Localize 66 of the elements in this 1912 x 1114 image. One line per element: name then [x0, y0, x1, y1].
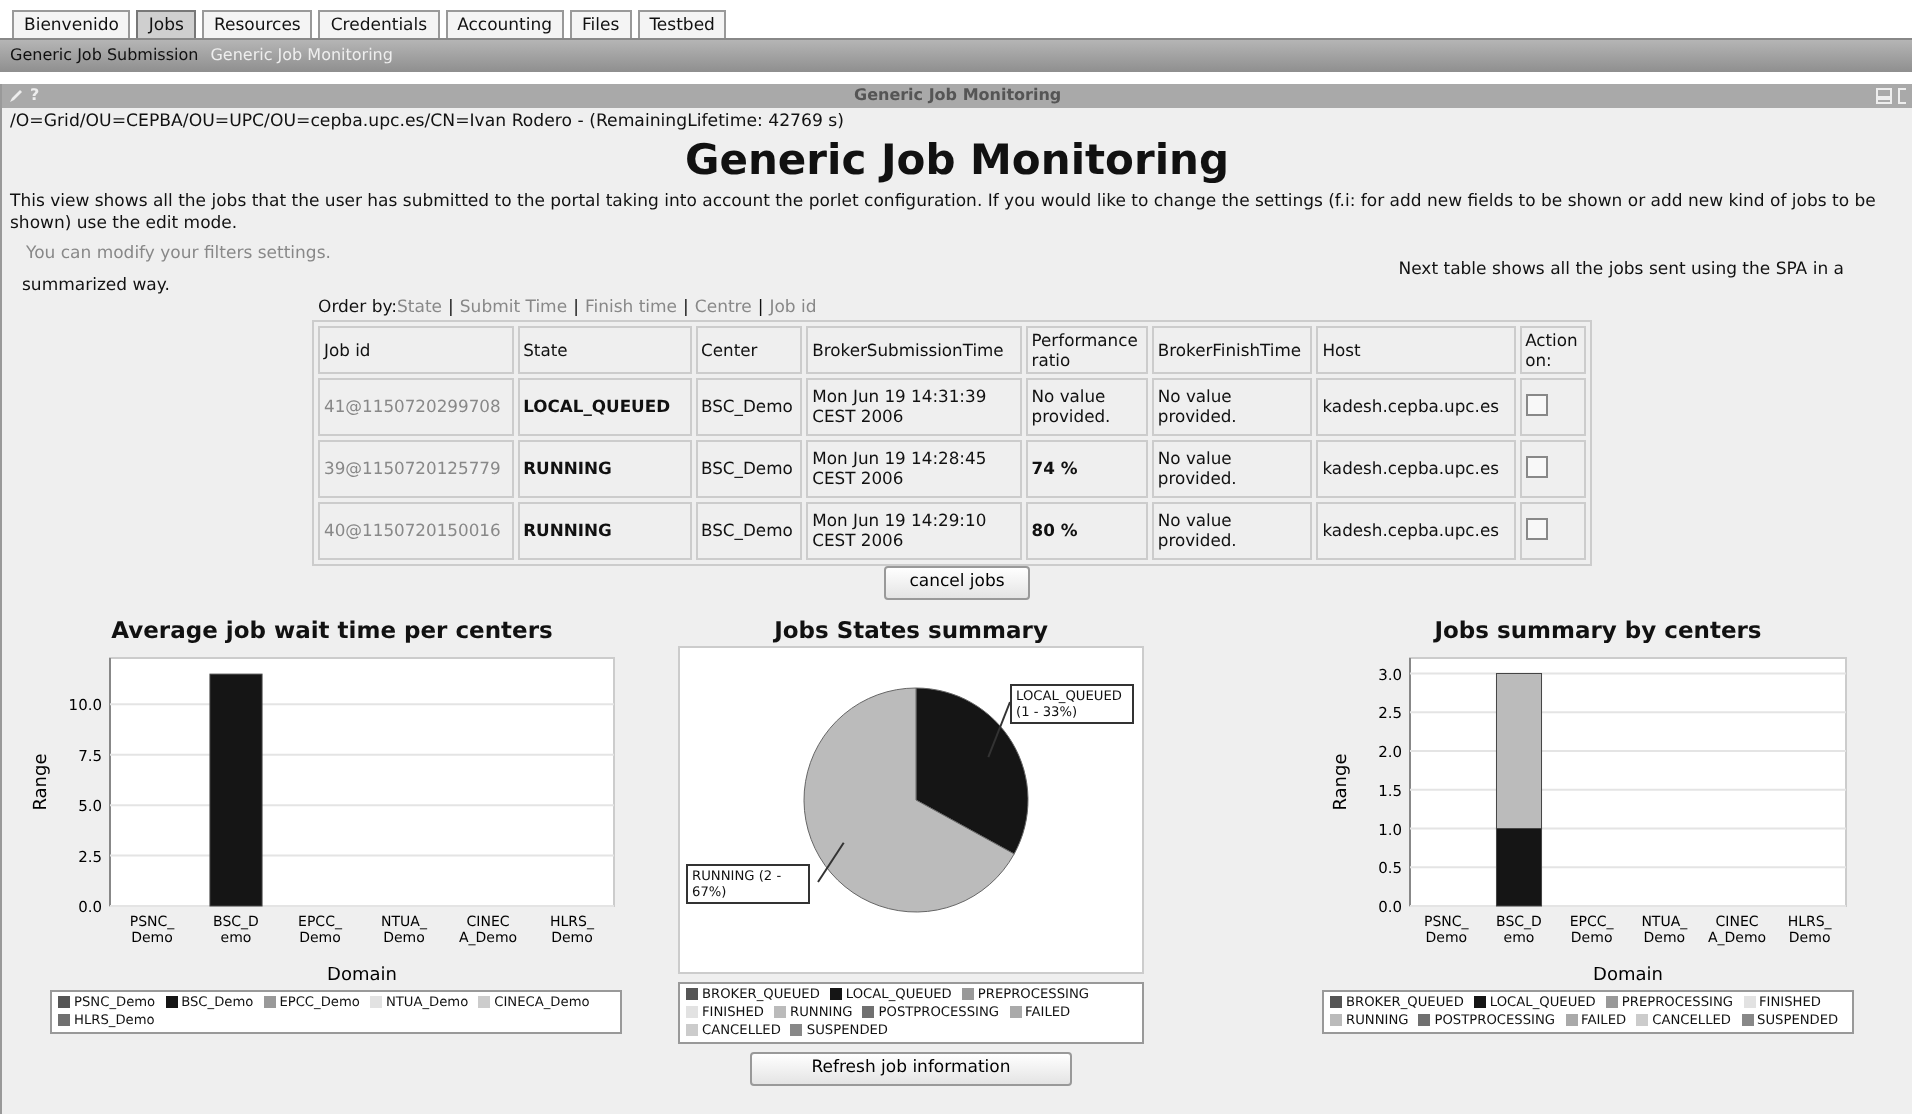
tab[interactable]: Jobs	[136, 10, 196, 38]
minimize-icon[interactable]	[1876, 88, 1892, 104]
leader-line	[817, 840, 845, 883]
chart-title: Jobs States summary	[771, 615, 1050, 646]
table-cell: No value provided.	[1151, 377, 1313, 436]
portlet-title: Generic Job Monitoring	[852, 86, 1064, 106]
page-heading: Generic Job Monitoring	[682, 136, 1232, 186]
separator: |	[448, 298, 454, 319]
table-cell: RUNNING	[517, 501, 692, 560]
maximize-icon[interactable]	[1898, 88, 1906, 104]
table-cell: 80 %	[1025, 501, 1148, 560]
edit-icon[interactable]	[8, 88, 24, 104]
subnav-link[interactable]: Generic Job Submission	[10, 46, 199, 66]
axis-label: Domain	[327, 965, 397, 986]
column-header: Host	[1316, 325, 1516, 374]
tab[interactable]: Resources	[201, 10, 313, 38]
table-cell: LOCAL_QUEUED	[517, 377, 692, 436]
table-note: Next table shows all the jobs sent using the SPA in a	[1398, 260, 1844, 281]
table-cell: 40@1150720150016	[318, 501, 514, 560]
user-identity: /O=Grid/OU=CEPBA/OU=UPC/OU=cepba.upc.es/CN=Ivan Rodero - (RemainingLifetime: 42769 s)	[8, 110, 847, 136]
column-header: Performance ratio	[1025, 325, 1148, 374]
separator: |	[573, 298, 579, 319]
table-cell: 74 %	[1025, 439, 1148, 498]
leader-line	[987, 700, 1011, 758]
cancel-button[interactable]: cancel jobs	[883, 565, 1031, 600]
table-cell: BSC_Demo	[695, 439, 803, 498]
tab[interactable]: Testbed	[637, 10, 727, 38]
column-header: BrokerFinishTime	[1151, 325, 1313, 374]
column-header: Action on:	[1519, 325, 1586, 374]
axis-label: Domain	[1593, 965, 1663, 986]
column-header: Job id	[318, 325, 514, 374]
description-text: This view shows all the jobs that the user has submitted to the portal taking into account the porlet configuration. If you would like to change the settings (f.i: for add new fields to be shown or add new kind of jobs to be shown) use the edit mode.	[8, 192, 1878, 236]
table-cell: BSC_Demo	[695, 501, 803, 560]
table-cell: 39@1150720125779	[318, 439, 514, 498]
refresh-button[interactable]: Refresh job information	[749, 1051, 1073, 1086]
table-cell: Mon Jun 19 14:29:10 CEST 2006	[806, 501, 1022, 560]
axis-label: Range	[1332, 752, 1352, 810]
checkbox[interactable]	[1525, 393, 1548, 416]
chart-title: Average job wait time per centers	[109, 615, 555, 646]
checkbox[interactable]	[1525, 517, 1548, 540]
table-cell: Mon Jun 19 14:31:39 CEST 2006	[806, 377, 1022, 436]
order-by-label: Order by:	[318, 298, 398, 319]
table-cell: BSC_Demo	[695, 377, 803, 436]
tab[interactable]: Credentials	[318, 10, 440, 38]
table-cell: Mon Jun 19 14:28:45 CEST 2006	[806, 439, 1022, 498]
separator: |	[683, 298, 689, 319]
column-header: BrokerSubmissionTime	[806, 325, 1022, 374]
table-cell: 41@1150720299708	[318, 377, 514, 436]
table-cell: kadesh.cepba.upc.es	[1316, 377, 1516, 436]
axis-label: Range	[32, 752, 52, 810]
checkbox[interactable]	[1525, 455, 1548, 478]
table-cell: kadesh.cepba.upc.es	[1316, 501, 1516, 560]
table-note: summarized way.	[20, 276, 172, 297]
chart-title: Jobs summary by centers	[1431, 615, 1764, 646]
table-cell: kadesh.cepba.upc.es	[1316, 439, 1516, 498]
tab[interactable]: Files	[570, 10, 632, 38]
tab[interactable]: Accounting	[445, 10, 565, 38]
table-cell: No value provided.	[1151, 439, 1313, 498]
filters-note: You can modify your filters settings.	[26, 244, 331, 268]
table-cell: No value provided.	[1151, 501, 1313, 560]
tab[interactable]: Bienvenido	[12, 10, 131, 38]
table-cell: No value provided.	[1025, 377, 1148, 436]
separator: |	[757, 298, 764, 319]
column-header: State	[517, 325, 692, 374]
table-cell: RUNNING	[517, 439, 692, 498]
column-header: Center	[695, 325, 803, 374]
